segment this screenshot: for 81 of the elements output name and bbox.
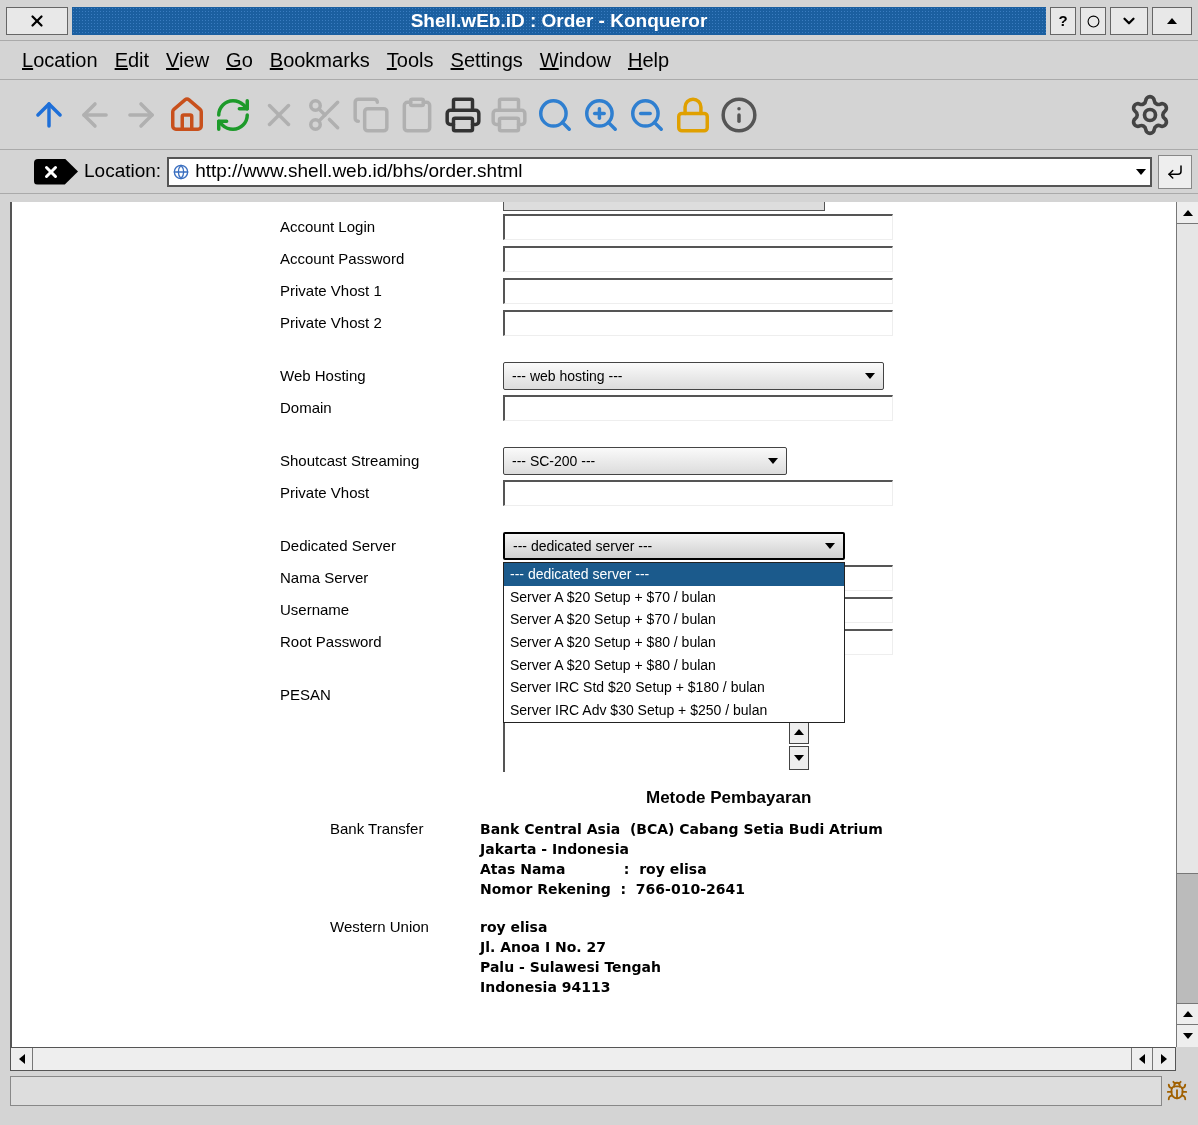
- menu-item[interactable]: Go: [226, 45, 253, 75]
- field-label: Domain: [280, 397, 333, 418]
- location-field[interactable]: http://www.shell.web.id/bhs/order.shtml: [167, 156, 1152, 187]
- text-field[interactable]: [503, 310, 893, 336]
- method-label: Bank Transfer: [329, 818, 425, 839]
- circle-icon: [1086, 14, 1100, 28]
- payment-detail: Indonesia 94113: [480, 977, 612, 997]
- text-field[interactable]: [503, 395, 893, 421]
- payment-detail: roy elisa: [480, 917, 549, 937]
- payment-detail: Jl. Anoa I No. 27: [480, 937, 608, 957]
- close-icon: [28, 12, 46, 30]
- location-label: Location:: [84, 159, 162, 184]
- menu-item[interactable]: Tools: [386, 45, 434, 75]
- menu-item[interactable]: Window: [539, 45, 611, 75]
- field-label: Dedicated Server: [280, 535, 397, 556]
- menu-item[interactable]: Bookmarks: [269, 45, 370, 75]
- menu-item[interactable]: View: [166, 45, 210, 75]
- scroll-left-icon: [18, 1054, 25, 1064]
- dropdown-option[interactable]: Server A $20 Setup + $80 / bulan: [504, 653, 844, 677]
- dropdown-option[interactable]: --- dedicated server ---: [504, 563, 844, 586]
- clear-location-icon[interactable]: [34, 158, 78, 185]
- field-label: Account Login: [280, 216, 377, 237]
- text-field[interactable]: [503, 214, 893, 240]
- method-label: Western Union: [329, 916, 430, 937]
- field-label: Private Vhost 2: [280, 312, 383, 333]
- payment-detail: Nomor Rekening : 766-010-2641: [480, 879, 746, 899]
- menu-item[interactable]: Help: [627, 45, 670, 75]
- menu-item[interactable]: Location: [22, 45, 98, 75]
- field-label: Web Hosting: [280, 365, 367, 386]
- scroll-up-icon: [794, 729, 804, 735]
- field-label: Private Vhost 1: [280, 280, 383, 301]
- field-label: Root Password: [280, 631, 383, 652]
- field-label: Private Vhost: [280, 482, 371, 503]
- scroll-up-icon: [1182, 209, 1193, 216]
- text-field[interactable]: [503, 480, 893, 506]
- window-title: Shell.wEb.iD : Order - Konqueror: [410, 8, 708, 33]
- scroll-left-icon: [1139, 1054, 1145, 1064]
- cut-off-button[interactable]: [503, 202, 825, 211]
- dropdown[interactable]: --- web hosting ---: [503, 362, 884, 390]
- scroll-right-icon: [1161, 1054, 1167, 1064]
- caret-icon: [768, 458, 778, 464]
- globe-icon: [173, 163, 190, 180]
- go-button[interactable]: [1158, 154, 1192, 189]
- section-heading: Metode Pembayaran: [646, 788, 812, 807]
- dropdown-option[interactable]: Server A $20 Setup + $70 / bulan: [504, 608, 844, 632]
- payment-detail: Atas Nama : roy elisa: [480, 859, 708, 879]
- field-label: Account Password: [280, 248, 406, 269]
- scroll-up-icon: [1182, 1011, 1193, 1017]
- payment-detail: Palu - Sulawesi Tengah: [480, 957, 661, 977]
- dropdown-option[interactable]: Server IRC Adv $30 Setup + $250 / bulan: [504, 699, 844, 722]
- text-field[interactable]: [503, 278, 893, 304]
- eject-icon: [1167, 18, 1177, 24]
- shade-button[interactable]: [1110, 7, 1148, 35]
- minimize-button[interactable]: [1080, 7, 1106, 35]
- field-label: PESAN: [280, 685, 332, 705]
- scroll-down-icon: [1182, 1033, 1193, 1039]
- field-label: Username: [280, 599, 351, 620]
- dropdown-caret-icon: [1136, 168, 1146, 175]
- caret-icon: [825, 543, 835, 549]
- dropdown[interactable]: --- SC-200 ---: [503, 447, 787, 475]
- text-field[interactable]: [503, 246, 893, 272]
- help-button[interactable]: ?: [1050, 7, 1076, 35]
- payment-detail: Bank Central Asia (BCA) Cabang Setia Budi Atrium: [480, 819, 883, 839]
- field-label: Shoutcast Streaming: [280, 450, 421, 471]
- scroll-down-icon: [794, 755, 804, 761]
- dropdown-option[interactable]: Server A $20 Setup + $80 / bulan: [504, 631, 844, 654]
- caret-icon: [865, 373, 875, 379]
- dropdown[interactable]: --- dedicated server ---: [503, 532, 845, 560]
- return-arrow-icon: [1166, 162, 1184, 181]
- vertical-scrollbar[interactable]: [1176, 202, 1198, 1047]
- bug-icon: [1166, 1080, 1188, 1102]
- field-label: Nama Server: [280, 567, 370, 588]
- menu-item[interactable]: Settings: [450, 45, 523, 75]
- dropdown-option[interactable]: Server A $20 Setup + $70 / bulan: [504, 585, 844, 609]
- maximize-button[interactable]: [1152, 7, 1192, 35]
- horizontal-scrollbar[interactable]: [10, 1047, 1176, 1071]
- payment-detail: Jakarta - Indonesia: [480, 839, 630, 859]
- scroll-down-button[interactable]: [789, 746, 809, 770]
- close-button[interactable]: [6, 7, 68, 35]
- dropdown-option[interactable]: Server IRC Std $20 Setup + $180 / bulan: [504, 676, 844, 700]
- menu-item[interactable]: Edit: [114, 45, 150, 75]
